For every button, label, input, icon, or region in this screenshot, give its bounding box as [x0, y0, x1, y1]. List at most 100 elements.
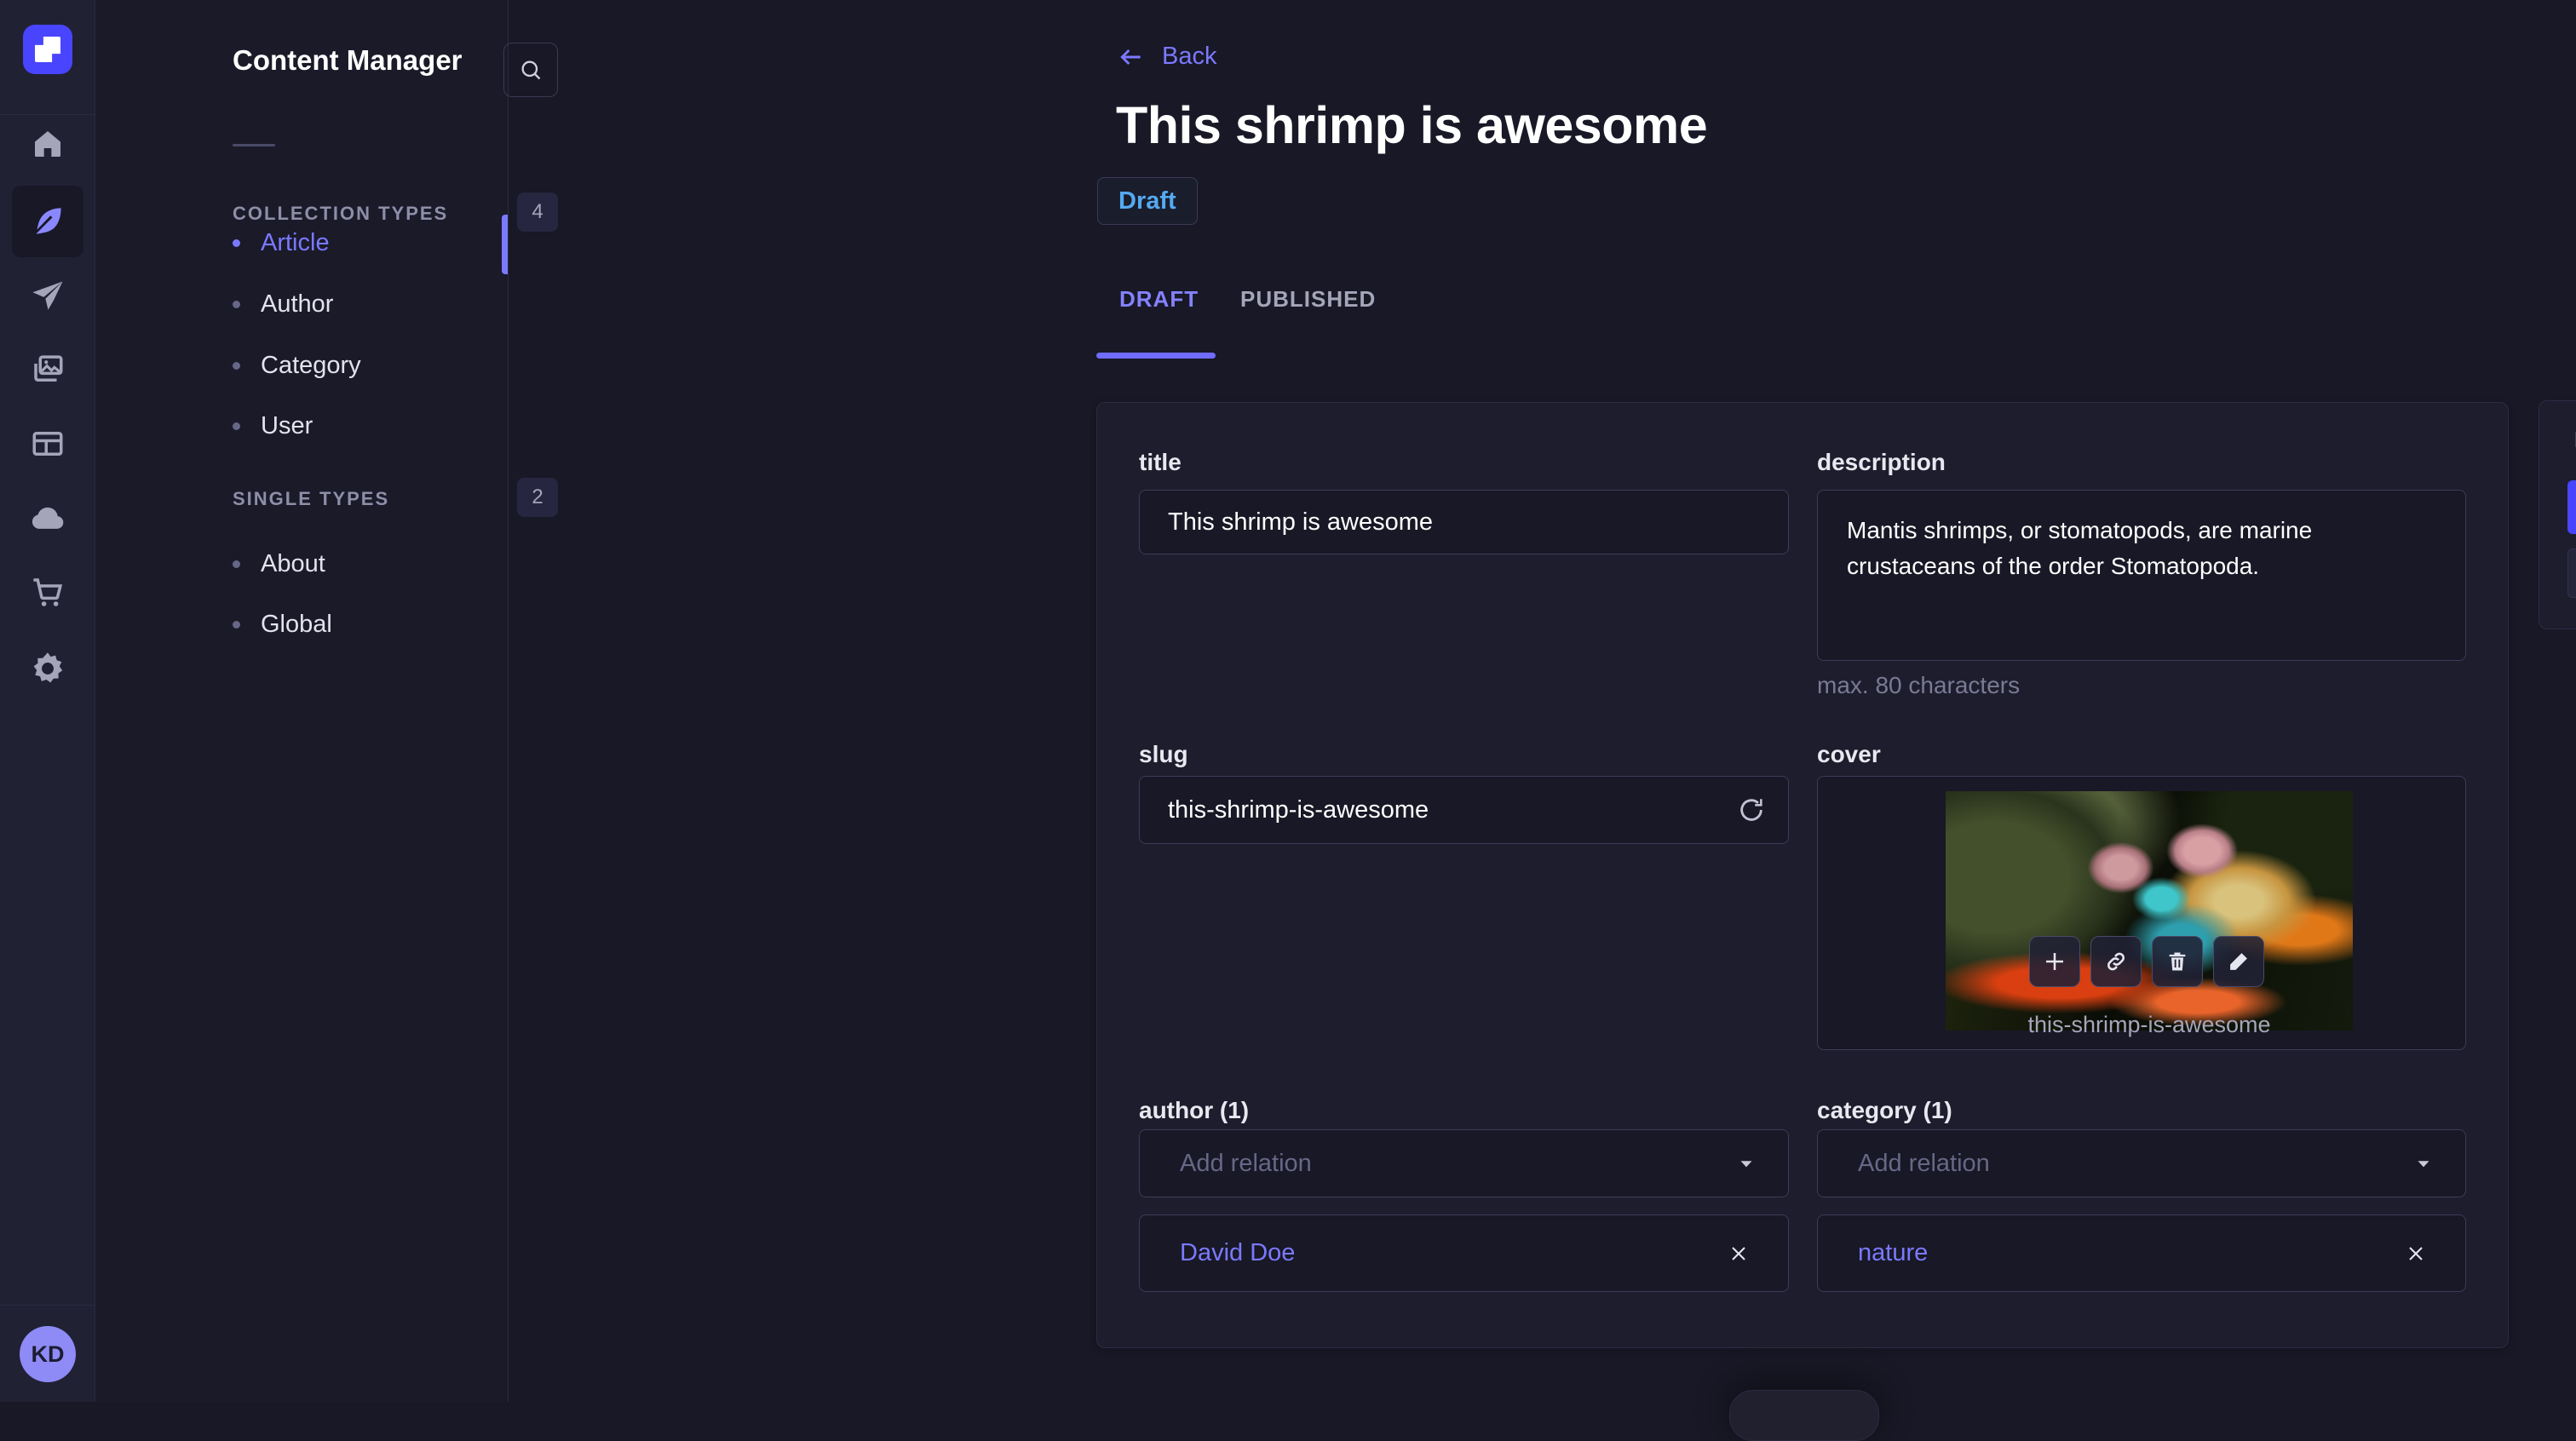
sidebar-item-label: User [261, 411, 313, 439]
delete-media-button[interactable] [2152, 936, 2203, 987]
chevron-down-icon [1735, 1152, 1757, 1174]
page-title: This shrimp is awesome [1116, 96, 1708, 154]
active-item-indicator [502, 215, 508, 274]
add-media-button[interactable] [2029, 936, 2080, 987]
strapi-logo[interactable] [23, 25, 72, 74]
nav-releases[interactable] [29, 278, 66, 315]
close-icon [1727, 1242, 1751, 1266]
avatar[interactable]: KD [20, 1326, 76, 1382]
nav-settings[interactable] [29, 650, 66, 687]
sidebar-item-category[interactable]: Category [233, 336, 556, 395]
refresh-icon [1737, 795, 1766, 824]
description-hint: max. 80 characters [1817, 672, 2021, 698]
author-relation-placeholder: Add relation [1180, 1149, 1312, 1177]
subnav-title: Content Manager [233, 44, 463, 76]
nav-content-type-builder[interactable] [29, 425, 66, 462]
main-content: Back This shrimp is awesome Draft DRAFT … [509, 0, 2576, 1441]
entry-form-card: title description Mantis shrimps, or sto… [1096, 402, 2509, 1348]
sidebar-item-label: Article [261, 228, 330, 256]
images-icon [30, 352, 66, 388]
cover-actions-toolbar [2029, 936, 2264, 987]
arrow-left-icon [1118, 43, 1145, 71]
slug-field [1139, 776, 1789, 844]
category-relation-select[interactable]: Add relation [1817, 1129, 2466, 1197]
save-button[interactable] [2567, 480, 2576, 534]
content-manager-subnav: Content Manager COLLECTION TYPES 4 Artic… [96, 0, 558, 1402]
category-field-label: category (1) [1817, 1097, 1952, 1123]
slug-input[interactable] [1139, 776, 1789, 844]
back-link[interactable]: Back [1118, 43, 1216, 71]
cover-media-field: this-shrimp-is-awesome [1817, 776, 2466, 1050]
remove-category-relation-button[interactable] [2401, 1238, 2431, 1269]
category-relation-item: nature [1817, 1214, 2466, 1292]
subnav-divider [233, 144, 275, 146]
tab-active-underline [1096, 353, 1216, 359]
sidebar-item-article[interactable]: Article [233, 213, 556, 273]
nav-content-manager[interactable] [12, 186, 83, 257]
author-relation-select[interactable]: Add relation [1139, 1129, 1789, 1197]
nav-home[interactable] [29, 125, 66, 163]
chevron-down-icon [2412, 1152, 2435, 1174]
tab-draft[interactable]: DRAFT [1119, 286, 1199, 313]
cover-filename: this-shrimp-is-awesome [2027, 1012, 2271, 1037]
nav-media-library[interactable] [29, 351, 66, 388]
layout-icon [30, 426, 66, 462]
sidebar-item-label: Author [261, 290, 334, 318]
main-nav-rail: KD [0, 0, 95, 1402]
status-badge: Draft [1097, 177, 1198, 225]
bullet-icon [233, 361, 240, 370]
sidebar-item-author[interactable]: Author [233, 274, 556, 334]
regenerate-slug-button[interactable] [1734, 793, 1768, 827]
cover-field-label: cover [1817, 741, 1881, 767]
nav-deploy[interactable] [29, 499, 66, 537]
slug-field-label: slug [1139, 741, 1188, 767]
author-relation-item: David Doe [1139, 1214, 1789, 1292]
strapi-logo-icon [35, 37, 60, 62]
search-button[interactable] [503, 43, 558, 97]
category-relation-link[interactable]: nature [1858, 1239, 1928, 1267]
sidebar-item-label: About [261, 549, 325, 577]
trash-icon [2165, 950, 2189, 973]
bullet-icon [233, 560, 240, 568]
category-relation-placeholder: Add relation [1858, 1149, 1990, 1177]
nav-marketplace[interactable] [29, 573, 66, 611]
cloud-icon [29, 499, 66, 537]
floating-toolbar-pill[interactable] [1729, 1390, 1879, 1441]
link-icon [2104, 950, 2128, 973]
publish-button[interactable] [2567, 548, 2576, 598]
sidebar-item-label: Global [261, 610, 332, 638]
sidebar-item-user[interactable]: User [233, 396, 556, 456]
pencil-icon [2227, 950, 2251, 973]
title-input[interactable] [1139, 490, 1789, 554]
author-field-label: author (1) [1139, 1097, 1250, 1123]
back-label: Back [1162, 43, 1217, 70]
author-relation-link[interactable]: David Doe [1180, 1239, 1295, 1267]
plus-icon [2042, 949, 2067, 974]
bullet-icon [233, 238, 240, 247]
sidebar-item-about[interactable]: About [233, 534, 556, 594]
feather-icon [29, 203, 66, 240]
remove-author-relation-button[interactable] [1723, 1238, 1754, 1269]
entry-side-panel: ENTRY [2539, 400, 2576, 629]
section-single-types: SINGLE TYPES [233, 488, 390, 509]
sidebar-item-global[interactable]: Global [233, 594, 556, 654]
paper-plane-icon [30, 278, 66, 314]
single-types-count-badge: 2 [517, 478, 558, 517]
sidebar-item-label: Category [261, 351, 361, 379]
cover-image[interactable] [1946, 791, 2353, 1031]
copy-link-button[interactable] [2090, 936, 2142, 987]
bullet-icon [233, 620, 240, 629]
edit-media-button[interactable] [2213, 936, 2264, 987]
search-icon [519, 58, 543, 82]
bullet-icon [233, 422, 240, 430]
title-field-label: title [1139, 449, 1182, 475]
gear-icon [29, 650, 66, 687]
tab-published[interactable]: PUBLISHED [1240, 286, 1376, 313]
home-icon [31, 127, 65, 161]
bullet-icon [233, 300, 240, 308]
description-textarea[interactable]: Mantis shrimps, or stomatopods, are mari… [1817, 490, 2466, 661]
cart-icon [30, 574, 66, 610]
description-field-label: description [1817, 449, 1946, 475]
close-icon [2404, 1242, 2428, 1266]
rail-divider [0, 114, 95, 115]
